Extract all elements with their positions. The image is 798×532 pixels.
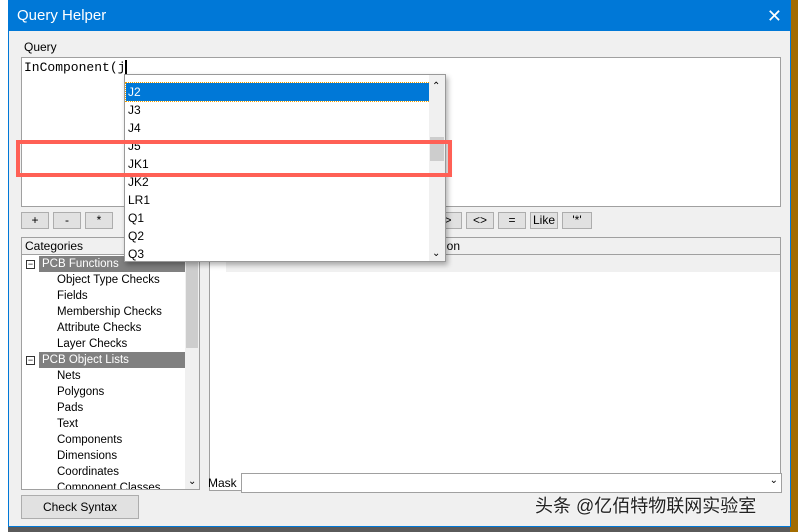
- tree-item[interactable]: Dimensions: [22, 448, 186, 464]
- categories-tree: − PCB Functions Object Type Checks Fields Me…: [22, 256, 186, 489]
- background-app: [790, 0, 798, 532]
- not-equal-button[interactable]: <>: [466, 212, 494, 229]
- tree-item[interactable]: Pads: [22, 400, 186, 416]
- equal-button[interactable]: =: [498, 212, 526, 229]
- wildcard-button[interactable]: '*': [562, 212, 592, 229]
- chevron-up-icon[interactable]: ⌃: [432, 81, 440, 92]
- autocomplete-item[interactable]: J4: [126, 119, 430, 137]
- collapse-icon[interactable]: −: [26, 355, 35, 365]
- scroll-thumb[interactable]: [186, 256, 198, 348]
- minus-button[interactable]: -: [53, 212, 81, 229]
- tree-item[interactable]: Polygons: [22, 384, 186, 400]
- tree-item[interactable]: Components: [22, 432, 186, 448]
- collapse-icon[interactable]: −: [26, 259, 35, 269]
- tree-item[interactable]: Text: [22, 416, 186, 432]
- tree-item[interactable]: Attribute Checks: [22, 320, 186, 336]
- multiply-button[interactable]: *: [85, 212, 113, 229]
- chevron-down-icon[interactable]: ⌄: [188, 476, 196, 487]
- chevron-down-icon[interactable]: ⌄: [770, 475, 778, 486]
- autocomplete-item[interactable]: J3: [126, 101, 430, 119]
- autocomplete-item[interactable]: Q2: [126, 227, 430, 245]
- autocomplete-item[interactable]: Q1: [126, 209, 430, 227]
- query-text: InComponent(j: [24, 60, 126, 75]
- tree-item[interactable]: Object Type Checks: [22, 272, 186, 288]
- tree-item[interactable]: Membership Checks: [22, 304, 186, 320]
- chevron-down-icon[interactable]: ⌄: [432, 248, 440, 259]
- tree-group[interactable]: − PCB Object Lists: [22, 352, 186, 368]
- operator-toolbar-right: > <> = Like '*': [434, 212, 592, 229]
- tree-item[interactable]: Layer Checks: [22, 336, 186, 352]
- like-button[interactable]: Like: [530, 212, 558, 229]
- text-caret: [125, 60, 128, 76]
- window-title: Query Helper: [17, 7, 107, 24]
- tree-group-label: PCB Object Lists: [39, 352, 186, 368]
- watermark: 头条 @亿佰特物联网实验室: [535, 496, 757, 516]
- query-label: Query: [24, 40, 57, 54]
- autocomplete-item[interactable]: J2: [125, 82, 431, 102]
- plus-button[interactable]: +: [21, 212, 49, 229]
- description-panel: Description: [209, 237, 781, 491]
- mask-label: Mask: [208, 476, 237, 490]
- title-bar: Query Helper: [9, 1, 790, 31]
- tree-item[interactable]: Coordinates: [22, 464, 186, 480]
- categories-scrollbar[interactable]: ⌄: [185, 256, 199, 489]
- mask-input[interactable]: ⌄: [241, 473, 782, 493]
- highlight-annotation: [16, 140, 452, 177]
- operator-toolbar: + - *: [21, 212, 113, 229]
- categories-panel: Categories − PCB Functions Object Type Che…: [21, 237, 200, 490]
- autocomplete-item[interactable]: Q3: [126, 245, 430, 263]
- autocomplete-item[interactable]: LR1: [126, 191, 430, 209]
- tree-item[interactable]: Nets: [22, 368, 186, 384]
- close-icon[interactable]: ✕: [767, 1, 782, 31]
- tree-item[interactable]: Component Classes: [22, 480, 186, 489]
- background-app: [0, 0, 8, 532]
- tree-item[interactable]: Fields: [22, 288, 186, 304]
- check-syntax-button[interactable]: Check Syntax: [21, 495, 139, 519]
